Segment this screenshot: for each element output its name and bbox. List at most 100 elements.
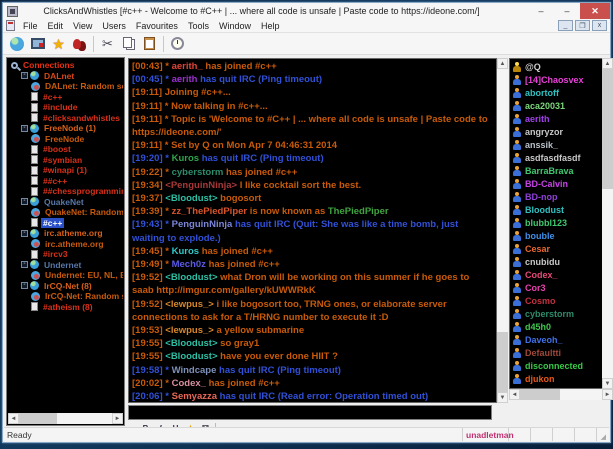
tree-item[interactable]: -DALnet — [8, 71, 123, 82]
mdi-restore-button[interactable]: ❐ — [575, 20, 590, 31]
user-item[interactable]: cnubidu — [510, 255, 602, 268]
expander-icon[interactable]: - — [21, 72, 28, 79]
scroll-left-icon[interactable]: ◄ — [509, 389, 520, 400]
user-item[interactable]: aca20031 — [510, 99, 602, 112]
menu-help[interactable]: Help — [256, 21, 285, 31]
title-bar[interactable]: ClicksAndWhistles [#c++ - Welcome to #C+… — [3, 3, 610, 19]
channel-window-button[interactable] — [27, 34, 48, 54]
expander-icon[interactable]: - — [21, 282, 28, 289]
userlist-hscroll-thumb[interactable] — [520, 389, 560, 400]
chat-log[interactable]: [00:43] * aerith_ has joined #c++[00:45]… — [128, 58, 497, 403]
tree-item[interactable]: #boost — [8, 144, 123, 155]
user-item[interactable]: anssik_ — [510, 138, 602, 151]
tree-item[interactable]: #clicksandwhistles — [8, 113, 123, 124]
mdi-close-button[interactable]: x — [592, 20, 607, 31]
user-item[interactable]: Bloodust — [510, 203, 602, 216]
user-item[interactable]: angryzor — [510, 125, 602, 138]
userlist-vscroll-thumb[interactable] — [602, 69, 613, 189]
identities-masks-button[interactable] — [69, 34, 90, 54]
tree-item[interactable]: Undernet: EU, NL, Ede — [8, 270, 123, 281]
chat-vertical-scrollbar[interactable]: ▲ ▼ — [497, 58, 508, 403]
menu-edit[interactable]: Edit — [43, 21, 69, 31]
user-list[interactable]: @Q[14]Chaosvexabortoffaca20031aerithangr… — [509, 58, 602, 389]
tree-item[interactable]: ##c++ — [8, 176, 123, 187]
tree-hscroll-thumb[interactable] — [19, 413, 57, 424]
user-item[interactable]: aerith — [510, 112, 602, 125]
expander-icon[interactable]: - — [21, 261, 28, 268]
tree-item[interactable]: #include — [8, 102, 123, 113]
scroll-up-icon[interactable]: ▲ — [497, 58, 508, 69]
tree-item[interactable]: #symbian — [8, 155, 123, 166]
menu-tools[interactable]: Tools — [183, 21, 214, 31]
favourites-star-button[interactable]: ★ — [48, 34, 69, 54]
user-item[interactable]: d45h0 — [510, 320, 602, 333]
copy-button[interactable] — [118, 34, 139, 54]
user-item[interactable]: blubbl123 — [510, 216, 602, 229]
user-item[interactable]: @Q — [510, 60, 602, 73]
user-item[interactable]: abortoff — [510, 86, 602, 99]
tree-item[interactable]: irc.atheme.org — [8, 239, 123, 250]
connections-globe-button[interactable] — [6, 34, 27, 54]
tree-item[interactable]: -irc.atheme.org — [8, 228, 123, 239]
menu-favourites[interactable]: Favourites — [131, 21, 183, 31]
tree-item[interactable]: -QuakeNet — [8, 197, 123, 208]
menu-users[interactable]: Users — [97, 21, 131, 31]
scroll-right-icon[interactable]: ► — [112, 413, 123, 424]
user-item[interactable]: Daveoh_ — [510, 333, 602, 346]
cut-button[interactable]: ✂ — [97, 34, 118, 54]
paste-button[interactable] — [139, 34, 160, 54]
tree-item[interactable]: FreeNode — [8, 134, 123, 145]
userlist-vertical-scrollbar[interactable]: ▲ ▼ — [602, 58, 613, 389]
user-item[interactable]: BD-Calvin — [510, 177, 602, 190]
tree-item[interactable]: -Undernet — [8, 260, 123, 271]
user-item[interactable]: asdfasdfasdf — [510, 151, 602, 164]
tree-item[interactable]: QuakeNet: Random SE se — [8, 207, 123, 218]
user-item[interactable]: BD-nop — [510, 190, 602, 203]
scroll-left-icon[interactable]: ◄ — [8, 413, 19, 424]
maximize-button[interactable]: – — [554, 3, 580, 19]
tree-item[interactable]: #c++ — [8, 92, 123, 103]
user-item[interactable]: Cosmo — [510, 294, 602, 307]
tree-horizontal-scrollbar[interactable]: ◄ ► — [8, 413, 123, 424]
user-item[interactable]: Cor3 — [510, 281, 602, 294]
user-item[interactable]: bouble — [510, 229, 602, 242]
scheduler-clock-button[interactable] — [167, 34, 188, 54]
menu-file[interactable]: File — [18, 21, 43, 31]
chat-vscroll-thumb[interactable] — [497, 332, 508, 392]
expander-icon[interactable]: - — [21, 198, 28, 205]
user-item[interactable]: Codex_ — [510, 268, 602, 281]
userlist-hscroll-track[interactable] — [520, 389, 602, 400]
tree-item[interactable]: #ircv3 — [8, 249, 123, 260]
scroll-down-icon[interactable]: ▼ — [602, 378, 613, 389]
user-item[interactable]: Defaultti — [510, 346, 602, 359]
userlist-horizontal-scrollbar[interactable]: ◄ ► — [509, 389, 613, 400]
scroll-up-icon[interactable]: ▲ — [602, 58, 613, 69]
tree-item[interactable]: #winapi (1) — [8, 165, 123, 176]
tree-item[interactable]: ##chessprogramming — [8, 186, 123, 197]
user-item[interactable]: djukon — [510, 372, 602, 385]
tree-item[interactable]: IrCQ-Net: Random server — [8, 291, 123, 302]
tree-item[interactable]: DALnet: Random server — [8, 81, 123, 92]
resize-grip[interactable]: ◢ — [597, 428, 609, 441]
user-item[interactable]: disconnected — [510, 359, 602, 372]
tree-item[interactable]: -FreeNode (1) — [8, 123, 123, 134]
tree-hscroll-track[interactable] — [19, 413, 112, 424]
minimize-button[interactable]: – — [528, 3, 554, 19]
tree-item[interactable]: #atheism (8) — [8, 302, 123, 313]
scroll-down-icon[interactable]: ▼ — [497, 392, 508, 403]
tree-item[interactable]: #c++ — [8, 218, 123, 229]
tree-item[interactable]: -IrCQ-Net (8) — [8, 281, 123, 292]
user-item[interactable]: [14]Chaosvex — [510, 73, 602, 86]
scroll-right-icon[interactable]: ► — [602, 389, 613, 400]
user-item[interactable]: cyberstorm — [510, 307, 602, 320]
menu-window[interactable]: Window — [214, 21, 256, 31]
user-item[interactable]: Cesar — [510, 242, 602, 255]
mdi-minimize-button[interactable]: _ — [558, 20, 573, 31]
user-item[interactable]: BarraBrava — [510, 164, 602, 177]
expander-icon[interactable]: - — [21, 230, 28, 237]
close-button[interactable]: ✕ — [580, 3, 610, 19]
expander-icon[interactable]: - — [21, 125, 28, 132]
tree-item[interactable]: Connections — [8, 60, 123, 71]
menu-view[interactable]: View — [68, 21, 97, 31]
message-input[interactable] — [128, 405, 492, 420]
